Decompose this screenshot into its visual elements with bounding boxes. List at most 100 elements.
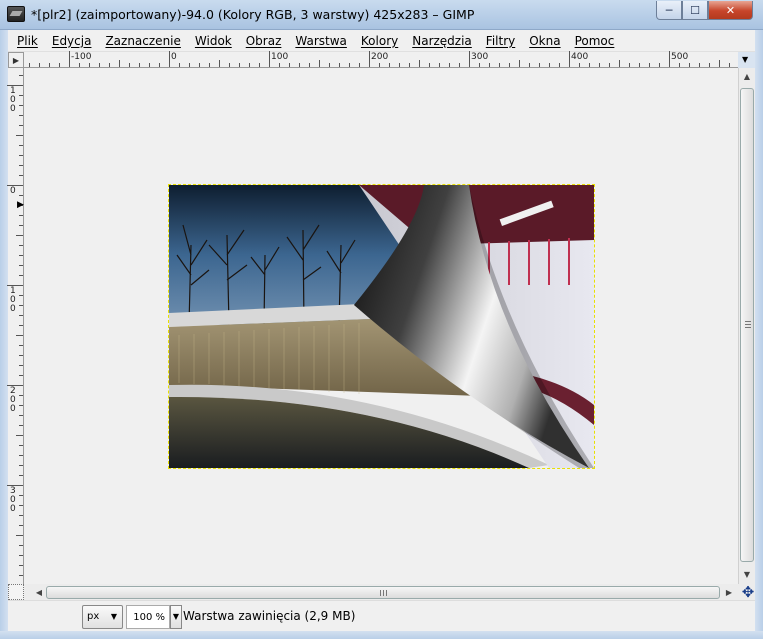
ruler-tick: [19, 275, 23, 276]
unit-value: px: [87, 611, 100, 622]
ruler-tick: [179, 63, 180, 67]
menu-widok[interactable]: Widok: [195, 34, 232, 48]
ruler-tick: [19, 155, 23, 156]
ruler-tick: [229, 63, 230, 67]
scroll-left-arrow-icon[interactable]: ◀: [32, 584, 46, 600]
ruler-tick: [19, 495, 23, 496]
ruler-tick: [19, 295, 23, 296]
ruler-tick: [539, 63, 540, 67]
ruler-tick: [169, 51, 170, 67]
gimp-app-icon[interactable]: [7, 6, 25, 22]
ruler-tick: [19, 125, 23, 126]
ruler-tick: [219, 60, 220, 67]
ruler-tick: [19, 215, 23, 216]
vertical-scroll-thumb[interactable]: [740, 88, 754, 562]
ruler-tick: [319, 60, 320, 67]
ruler-tick: [189, 63, 190, 67]
ruler-label: 300: [10, 486, 16, 514]
ruler-tick: [19, 345, 23, 346]
ruler-tick: [719, 60, 720, 67]
zoom-input[interactable]: 100 %: [126, 605, 170, 629]
menu-warstwa[interactable]: Warstwa: [295, 34, 347, 48]
scroll-down-arrow-icon[interactable]: ▼: [739, 566, 755, 582]
ruler-tick: [449, 63, 450, 67]
close-button[interactable]: ✕: [708, 1, 753, 20]
ruler-tick: [89, 63, 90, 67]
zoom-dropdown-button[interactable]: ▼: [170, 605, 182, 629]
window-frame-bottom: [0, 631, 763, 639]
ruler-tick: [399, 63, 400, 67]
ruler-tick: [119, 60, 120, 67]
ruler-tick: [19, 465, 23, 466]
ruler-tick: [19, 375, 23, 376]
unit-dropdown[interactable]: px ▼: [82, 605, 123, 629]
ruler-tick: [699, 63, 700, 67]
menu-obraz[interactable]: Obraz: [246, 34, 282, 48]
ruler-tick: [669, 51, 670, 67]
ruler-tick: [329, 63, 330, 67]
ruler-tick: [289, 63, 290, 67]
title-bar[interactable]: *[plr2] (zaimportowany)-94.0 (Kolory RGB…: [0, 0, 763, 30]
ruler-tick: [529, 63, 530, 67]
ruler-tick: [689, 63, 690, 67]
horizontal-scroll-thumb[interactable]: [46, 586, 720, 599]
maximize-button[interactable]: ☐: [682, 1, 708, 20]
menu-pomoc[interactable]: Pomoc: [575, 34, 615, 48]
ruler-tick: [279, 63, 280, 67]
ruler-label: 200: [371, 52, 389, 62]
ruler-tick: [489, 63, 490, 67]
scroll-up-arrow-icon[interactable]: ▲: [739, 68, 755, 84]
quick-mask-toggle-button[interactable]: [8, 584, 24, 600]
ruler-tick: [409, 63, 410, 67]
ruler-tick: [19, 365, 23, 366]
ruler-tick: [29, 63, 30, 67]
ruler-tick: [19, 395, 23, 396]
grip-icon: [745, 321, 751, 328]
minimize-button[interactable]: ─: [656, 1, 682, 20]
menu-narzedzia[interactable]: Narzędzia: [412, 34, 472, 48]
vertical-scrollbar[interactable]: ▲ ▼: [738, 68, 755, 584]
ruler-tick: [59, 63, 60, 67]
ruler-tick: [309, 63, 310, 67]
ruler-tick: [109, 63, 110, 67]
ruler-tick: [19, 555, 23, 556]
ruler-tick: [19, 115, 23, 116]
ruler-tick: [239, 63, 240, 67]
navigate-move-icon[interactable]: ✥: [740, 584, 756, 600]
ruler-tick: [679, 63, 680, 67]
scroll-right-arrow-icon[interactable]: ▶: [722, 584, 736, 600]
ruler-tick: [599, 63, 600, 67]
ruler-tick: [159, 63, 160, 67]
ruler-tick: [19, 355, 23, 356]
ruler-tick: [19, 195, 23, 196]
ruler-tick: [99, 63, 100, 67]
ruler-arrow-right-icon: ▶: [17, 200, 24, 210]
ruler-corner-menu-button[interactable]: ▶: [8, 52, 24, 68]
ruler-tick: [389, 63, 390, 67]
horizontal-ruler[interactable]: -100 0 100 200 300 400 500: [24, 51, 738, 68]
ruler-tick: [609, 63, 610, 67]
image-layer-boundary[interactable]: [168, 184, 595, 469]
menu-edycja[interactable]: Edycja: [52, 34, 92, 48]
menu-plik[interactable]: Plik: [17, 34, 38, 48]
image-canvas[interactable]: [24, 68, 738, 584]
menu-kolory[interactable]: Kolory: [361, 34, 398, 48]
menu-okna[interactable]: Okna: [529, 34, 560, 48]
ruler-tick: [709, 63, 710, 67]
ruler-tick: [19, 325, 23, 326]
menu-filtry[interactable]: Filtry: [486, 34, 515, 48]
menu-bar: Plik Edycja Zaznaczenie Widok Obraz Wars…: [8, 30, 755, 52]
ruler-tick: [69, 51, 70, 67]
ruler-tick: [299, 63, 300, 67]
ruler-tick: [479, 63, 480, 67]
window-frame-right: [755, 30, 763, 639]
ruler-tick: [19, 415, 23, 416]
ruler-tick: [19, 95, 23, 96]
page-curl-image: [169, 185, 594, 468]
ruler-tick: [639, 63, 640, 67]
ruler-tick: [39, 63, 40, 67]
ruler-tick: [16, 435, 23, 436]
vertical-ruler[interactable]: 100 0 100 200 300: [7, 68, 24, 584]
ruler-tick: [369, 51, 370, 67]
menu-zaznaczenie[interactable]: Zaznaczenie: [105, 34, 180, 48]
